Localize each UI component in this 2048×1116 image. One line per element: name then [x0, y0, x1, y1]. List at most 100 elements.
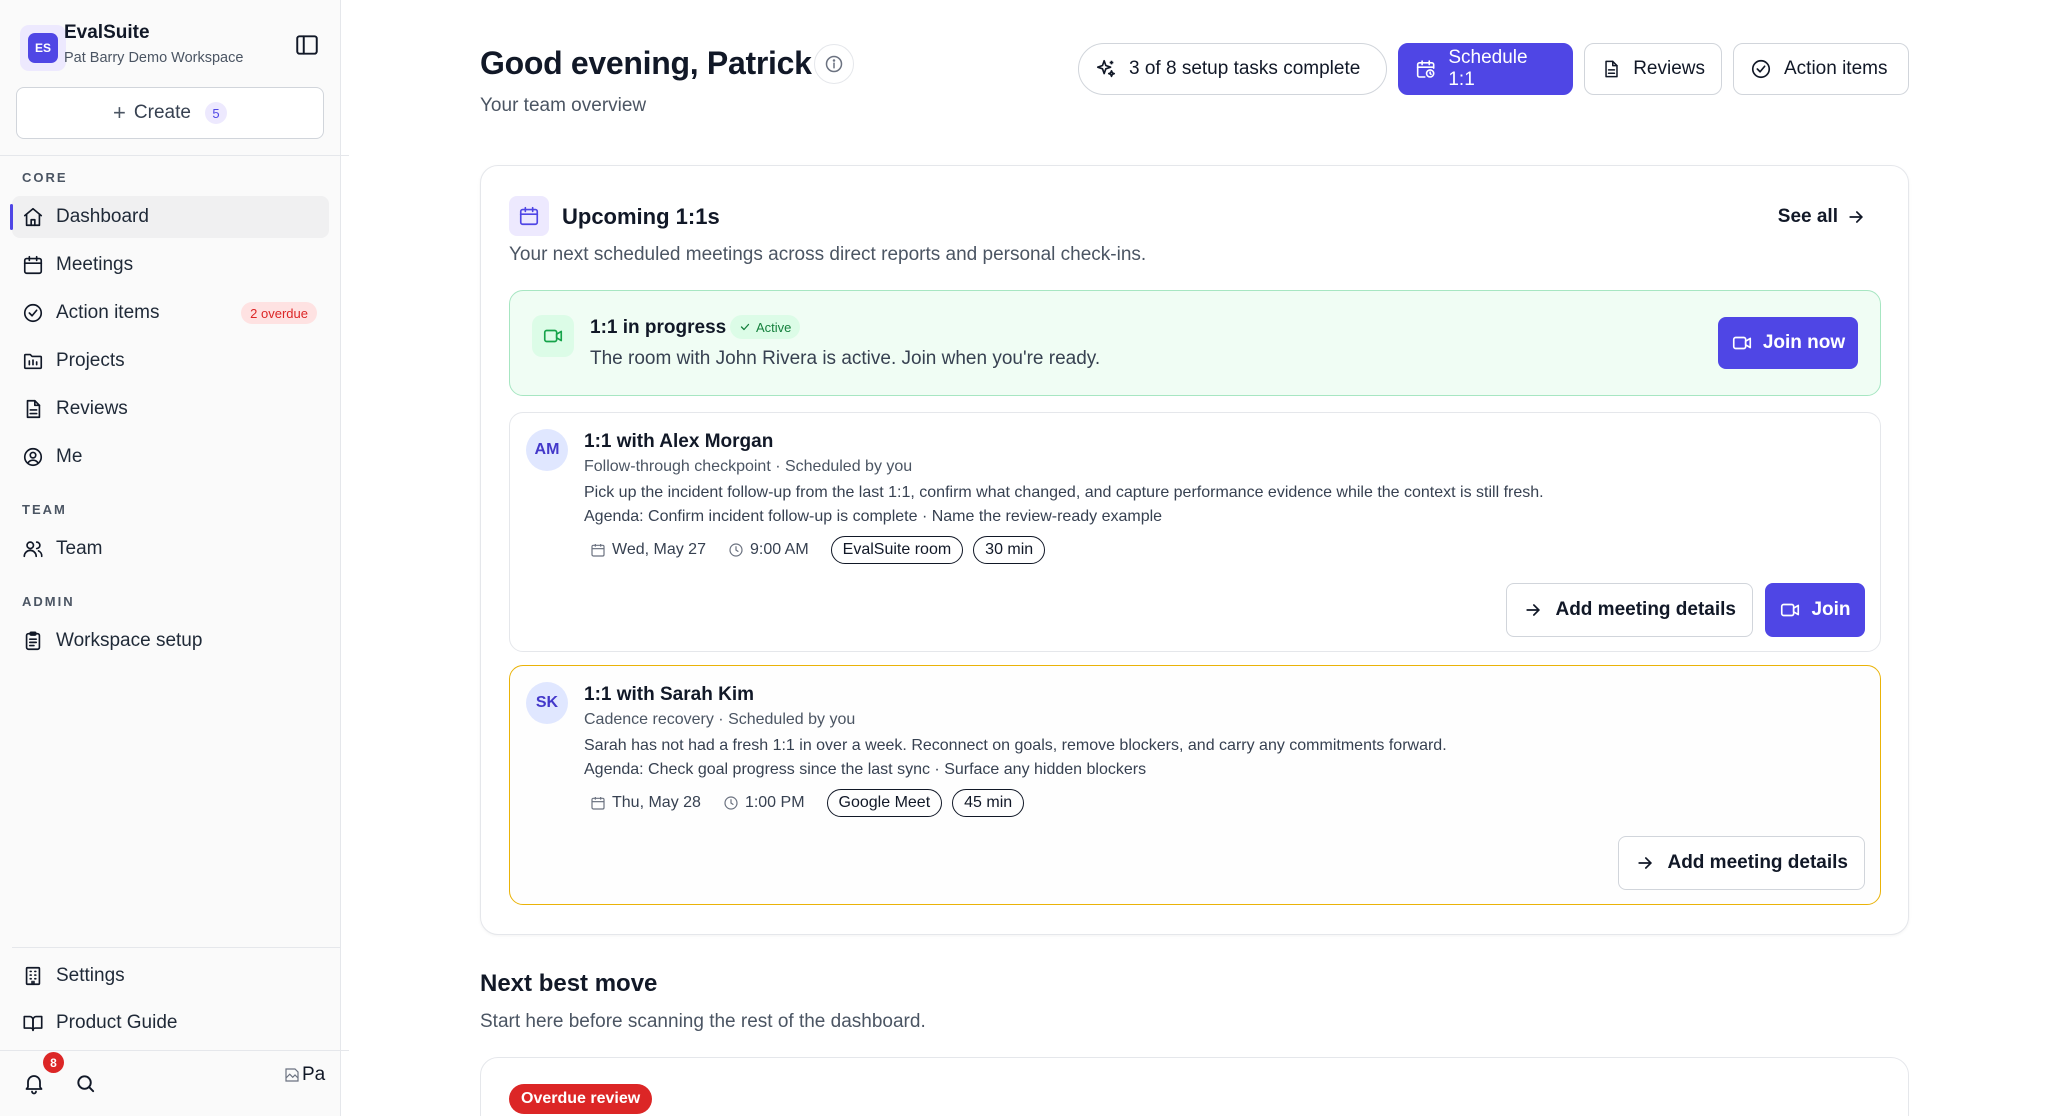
sidebar-item-label: Action items	[56, 302, 160, 323]
action-items-button[interactable]: Action items	[1733, 43, 1909, 95]
sidebar-item-meetings[interactable]: Meetings	[12, 244, 329, 286]
sidebar-item-projects[interactable]: Projects	[12, 340, 329, 382]
info-icon	[825, 55, 843, 73]
meeting-title: 1:1 with Alex Morgan	[584, 431, 774, 452]
sidebar-item-me[interactable]: Me	[12, 436, 329, 478]
join-now-label: Join now	[1762, 332, 1846, 353]
video-icon	[1732, 336, 1751, 350]
create-button[interactable]: + Create 5	[16, 87, 324, 139]
avatar[interactable]: Pa	[283, 1060, 329, 1090]
sidebar-item-label: Settings	[56, 965, 125, 986]
meeting-duration-chip: 30 min	[973, 536, 1046, 564]
status-badge: Active	[730, 315, 801, 339]
bell-icon[interactable]	[22, 1071, 46, 1095]
sidebar-item-dashboard[interactable]: Dashboard	[10, 196, 329, 238]
divider	[12, 947, 341, 948]
live-meeting-description: The room with John Rivera is active. Joi…	[590, 348, 1101, 369]
page-title: Good evening, Patrick	[480, 45, 812, 81]
folder-icon	[22, 350, 44, 372]
meeting-item: SK 1:1 with Sarah Kim Cadence recovery ·…	[509, 665, 1881, 905]
sidebar-item-settings[interactable]: Settings	[12, 955, 329, 997]
home-icon	[22, 206, 44, 228]
check-circle-icon	[1751, 59, 1771, 79]
check-icon	[740, 323, 750, 331]
divider	[0, 155, 349, 156]
meeting-date-label: Thu, May 28	[612, 794, 701, 811]
meeting-duration-chip: 45 min	[952, 789, 1025, 817]
meeting-title: 1:1 with Sarah Kim	[584, 684, 754, 705]
create-count-badge: 5	[204, 102, 227, 124]
calendar-icon	[591, 544, 605, 557]
check-circle-icon	[22, 302, 44, 324]
sidebar-item-reviews[interactable]: Reviews	[12, 388, 329, 430]
meeting-date: Thu, May 28	[590, 794, 713, 812]
meeting-meta: Follow-through checkpoint · Scheduled by…	[584, 458, 913, 475]
meeting-location-chip: EvalSuite room	[830, 536, 964, 564]
upcoming-meetings-card: Upcoming 1:1s Your next scheduled meetin…	[480, 165, 1909, 935]
schedule-label: Schedule 1:1	[1448, 47, 1528, 90]
workspace-switcher[interactable]: ES EvalSuite Pat Barry Demo Workspace	[12, 18, 332, 78]
sidebar-item-action-items[interactable]: Action items 2 overdue	[12, 292, 329, 334]
live-meeting-banner: 1:1 in progress Active The room with Joh…	[509, 290, 1881, 396]
info-button[interactable]	[814, 44, 854, 84]
document-icon	[22, 398, 44, 420]
video-icon	[1781, 603, 1800, 617]
meeting-agenda: Agenda: Confirm incident follow-up is co…	[584, 508, 1163, 525]
workspace-name: EvalSuite	[64, 22, 150, 43]
section-label-core: CORE	[22, 170, 68, 185]
see-all-link[interactable]: See all	[1778, 206, 1866, 228]
sidebar-toggle-icon[interactable]	[294, 32, 320, 58]
avatar: AM	[526, 429, 568, 471]
schedule-button[interactable]: Schedule 1:1	[1398, 43, 1573, 95]
video-icon	[532, 315, 574, 357]
reviews-button[interactable]: Reviews	[1584, 43, 1722, 95]
arrow-right-icon	[1638, 857, 1653, 869]
sidebar-item-label: Workspace setup	[56, 630, 203, 651]
overdue-review-badge: Overdue review	[509, 1084, 653, 1114]
section-title: Next best move	[480, 970, 658, 997]
document-icon	[1605, 60, 1618, 78]
card-subtitle: Your next scheduled meetings across dire…	[509, 244, 1147, 265]
meeting-details-row: Thu, May 28 1:00 PM Google Meet 45 min	[590, 789, 1025, 817]
plus-icon: +	[113, 100, 126, 125]
page-subtitle: Your team overview	[480, 95, 647, 116]
section-subtitle: Start here before scanning the rest of t…	[480, 1011, 926, 1032]
book-open-icon	[22, 1012, 44, 1034]
add-meeting-details-label: Add meeting details	[1667, 852, 1848, 873]
meeting-description: Sarah has not had a fresh 1:1 in over a …	[584, 737, 1447, 754]
live-meeting-title: 1:1 in progress	[590, 317, 727, 338]
notification-count-badge: 8	[43, 1052, 64, 1073]
search-icon[interactable]	[74, 1072, 97, 1095]
sidebar-item-product-guide[interactable]: Product Guide	[12, 1002, 329, 1044]
join-button[interactable]: Join	[1765, 583, 1865, 637]
broken-image-icon	[283, 1066, 301, 1084]
sidebar-item-label: Reviews	[56, 398, 128, 419]
user-circle-icon	[22, 446, 44, 468]
sidebar-item-label: Projects	[56, 350, 125, 371]
join-now-button[interactable]: Join now	[1718, 317, 1858, 369]
section-label-team: TEAM	[22, 502, 67, 517]
see-all-label: See all	[1777, 206, 1838, 227]
meeting-time-label: 9:00 AM	[749, 541, 809, 558]
section-label-admin: ADMIN	[22, 594, 75, 609]
add-meeting-details-button[interactable]: Add meeting details	[1618, 836, 1865, 890]
sidebar-item-workspace-setup[interactable]: Workspace setup	[12, 620, 329, 662]
calendar-clock-icon	[1416, 60, 1435, 78]
sidebar-item-team[interactable]: Team	[12, 528, 329, 570]
join-label: Join	[1811, 599, 1851, 620]
add-meeting-details-label: Add meeting details	[1555, 599, 1736, 620]
sidebar-item-label: Dashboard	[56, 206, 149, 227]
clock-icon	[729, 543, 743, 557]
add-meeting-details-button[interactable]: Add meeting details	[1506, 583, 1753, 637]
overdue-count-badge: 2 overdue	[241, 302, 317, 324]
arrow-right-icon	[1526, 604, 1541, 616]
create-label: Create	[133, 102, 191, 123]
divider	[0, 1050, 349, 1051]
meeting-agenda: Agenda: Check goal progress since the la…	[584, 761, 1147, 778]
avatar: SK	[526, 682, 568, 724]
setup-progress-label: 3 of 8 setup tasks complete	[1129, 58, 1361, 79]
users-icon	[22, 538, 44, 560]
setup-progress-button[interactable]: 3 of 8 setup tasks complete	[1078, 43, 1387, 95]
next-best-move-card[interactable]: Overdue review	[480, 1057, 1909, 1116]
calendar-icon	[591, 797, 605, 810]
